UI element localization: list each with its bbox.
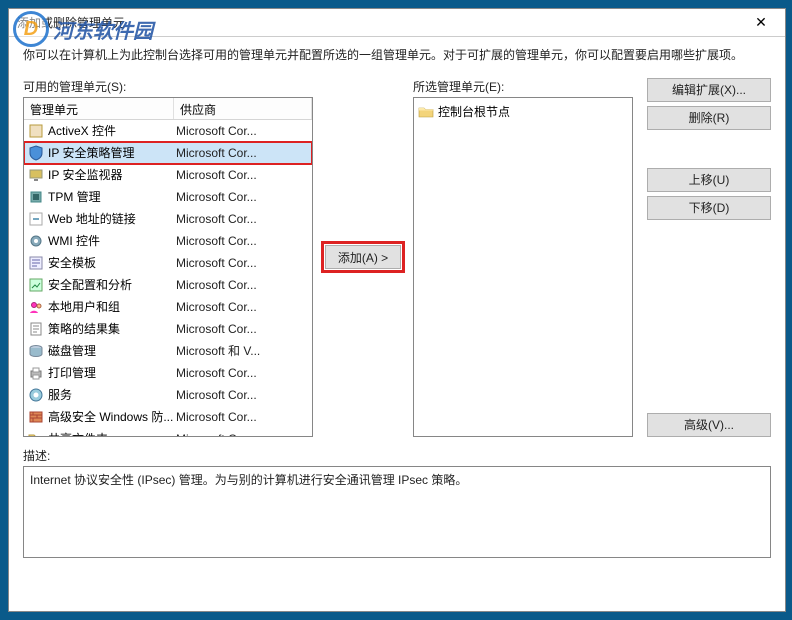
- list-item[interactable]: 本地用户和组Microsoft Cor...: [24, 296, 312, 318]
- list-item[interactable]: 高级安全 Windows 防...Microsoft Cor...: [24, 406, 312, 428]
- add-button-highlight: 添加(A) >: [322, 242, 404, 272]
- snapin-vendor: Microsoft Cor...: [176, 212, 308, 226]
- middle-column: 添加(A) >: [321, 78, 405, 437]
- snapin-name: 安全配置和分析: [48, 276, 176, 293]
- available-list-body[interactable]: ActiveX 控件Microsoft Cor...IP 安全策略管理Micro…: [24, 120, 312, 436]
- users-icon: [28, 299, 44, 315]
- printer-icon: [28, 365, 44, 381]
- window-title: 添加或删除管理单元: [17, 14, 741, 31]
- header-vendor[interactable]: 供应商: [174, 98, 312, 119]
- snapin-vendor: Microsoft Cor...: [176, 432, 308, 436]
- selected-label: 所选管理单元(E):: [413, 78, 633, 95]
- snapin-vendor: Microsoft Cor...: [176, 168, 308, 182]
- titlebar: 添加或删除管理单元 ✕: [9, 9, 785, 37]
- snapin-name: ActiveX 控件: [48, 122, 176, 139]
- gear-icon: [28, 233, 44, 249]
- snapin-name: IP 安全策略管理: [48, 144, 176, 161]
- action-buttons-column: 编辑扩展(X)... 删除(R) 上移(U) 下移(D) 高级(V)...: [641, 78, 771, 437]
- description-label: 描述:: [23, 447, 771, 464]
- available-list-header: 管理单元 供应商: [24, 98, 312, 120]
- snapin-vendor: Microsoft Cor...: [176, 124, 308, 138]
- policy-icon: [28, 321, 44, 337]
- snapin-name: WMI 控件: [48, 232, 176, 249]
- advanced-button[interactable]: 高级(V)...: [647, 413, 771, 437]
- snapin-name: Web 地址的链接: [48, 210, 176, 227]
- snapin-name: 共享文件夹: [48, 430, 176, 436]
- close-button[interactable]: ✕: [741, 11, 781, 35]
- snapin-vendor: Microsoft Cor...: [176, 366, 308, 380]
- list-item[interactable]: Web 地址的链接Microsoft Cor...: [24, 208, 312, 230]
- selected-listbox[interactable]: 控制台根节点: [413, 97, 633, 437]
- description-box: Internet 协议安全性 (IPsec) 管理。为与别的计算机进行安全通讯管…: [23, 466, 771, 558]
- list-item[interactable]: ActiveX 控件Microsoft Cor...: [24, 120, 312, 142]
- snapin-vendor: Microsoft Cor...: [176, 278, 308, 292]
- folder-icon: [28, 431, 44, 436]
- template-icon: [28, 255, 44, 271]
- content-area: 你可以在计算机上为此控制台选择可用的管理单元并配置所选的一组管理单元。对于可扩展…: [9, 37, 785, 611]
- snapin-name: 策略的结果集: [48, 320, 176, 337]
- snapin-name: 高级安全 Windows 防...: [48, 408, 176, 425]
- list-item[interactable]: 打印管理Microsoft Cor...: [24, 362, 312, 384]
- chip-icon: [28, 189, 44, 205]
- list-item[interactable]: 安全模板Microsoft Cor...: [24, 252, 312, 274]
- snapin-vendor: Microsoft 和 V...: [176, 342, 308, 359]
- snapin-name: 打印管理: [48, 364, 176, 381]
- snapin-vendor: Microsoft Cor...: [176, 234, 308, 248]
- add-button[interactable]: 添加(A) >: [325, 245, 401, 269]
- snapin-name: 磁盘管理: [48, 342, 176, 359]
- snapin-vendor: Microsoft Cor...: [176, 300, 308, 314]
- remove-button[interactable]: 删除(R): [647, 106, 771, 130]
- header-name[interactable]: 管理单元: [24, 98, 174, 119]
- list-item[interactable]: IP 安全策略管理Microsoft Cor...: [24, 142, 312, 164]
- list-item[interactable]: 安全配置和分析Microsoft Cor...: [24, 274, 312, 296]
- list-item[interactable]: TPM 管理Microsoft Cor...: [24, 186, 312, 208]
- tree-root-row[interactable]: 控制台根节点: [418, 102, 628, 122]
- snapin-vendor: Microsoft Cor...: [176, 388, 308, 402]
- dialog-window: 添加或删除管理单元 ✕ D河东软件园 你可以在计算机上为此控制台选择可用的管理单…: [8, 8, 786, 612]
- move-down-button[interactable]: 下移(D): [647, 196, 771, 220]
- snapin-name: 安全模板: [48, 254, 176, 271]
- list-item[interactable]: IP 安全监视器Microsoft Cor...: [24, 164, 312, 186]
- activex-icon: [28, 123, 44, 139]
- disk-icon: [28, 343, 44, 359]
- intro-text: 你可以在计算机上为此控制台选择可用的管理单元并配置所选的一组管理单元。对于可扩展…: [23, 47, 771, 64]
- list-item[interactable]: 磁盘管理Microsoft 和 V...: [24, 340, 312, 362]
- services-icon: [28, 387, 44, 403]
- snapin-vendor: Microsoft Cor...: [176, 410, 308, 424]
- list-item[interactable]: 策略的结果集Microsoft Cor...: [24, 318, 312, 340]
- snapin-name: IP 安全监视器: [48, 166, 176, 183]
- snapin-vendor: Microsoft Cor...: [176, 256, 308, 270]
- snapin-vendor: Microsoft Cor...: [176, 146, 308, 160]
- available-column: 可用的管理单元(S): 管理单元 供应商 ActiveX 控件Microsoft…: [23, 78, 313, 437]
- list-item[interactable]: 共享文件夹Microsoft Cor...: [24, 428, 312, 436]
- description-section: 描述: Internet 协议安全性 (IPsec) 管理。为与别的计算机进行安…: [23, 447, 771, 558]
- tree-root-label: 控制台根节点: [438, 103, 510, 120]
- list-item[interactable]: WMI 控件Microsoft Cor...: [24, 230, 312, 252]
- snapin-name: 服务: [48, 386, 176, 403]
- folder-icon: [418, 104, 434, 120]
- snapin-name: 本地用户和组: [48, 298, 176, 315]
- snapin-vendor: Microsoft Cor...: [176, 322, 308, 336]
- shield-icon: [28, 145, 44, 161]
- edit-extensions-button[interactable]: 编辑扩展(X)...: [647, 78, 771, 102]
- link-icon: [28, 211, 44, 227]
- list-item[interactable]: 服务Microsoft Cor...: [24, 384, 312, 406]
- snapin-vendor: Microsoft Cor...: [176, 190, 308, 204]
- monitor-icon: [28, 167, 44, 183]
- available-listbox[interactable]: 管理单元 供应商 ActiveX 控件Microsoft Cor...IP 安全…: [23, 97, 313, 437]
- move-up-button[interactable]: 上移(U): [647, 168, 771, 192]
- firewall-icon: [28, 409, 44, 425]
- snapin-name: TPM 管理: [48, 188, 176, 205]
- selected-column: 所选管理单元(E): 控制台根节点: [413, 78, 633, 437]
- main-row: 可用的管理单元(S): 管理单元 供应商 ActiveX 控件Microsoft…: [23, 78, 771, 437]
- analysis-icon: [28, 277, 44, 293]
- available-label: 可用的管理单元(S):: [23, 78, 313, 95]
